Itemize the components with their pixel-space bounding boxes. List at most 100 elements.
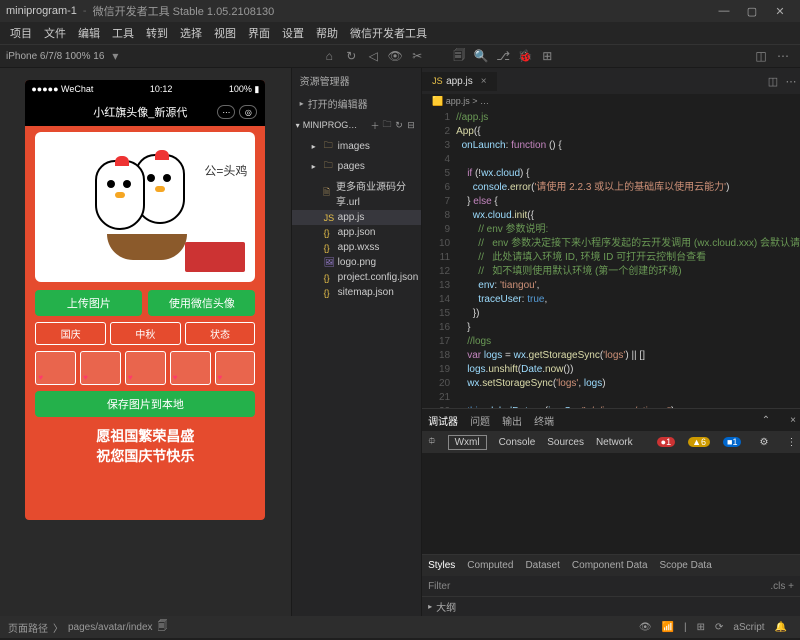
cls-toggle[interactable]: .cls — [770, 581, 785, 592]
home-icon[interactable]: ⌂ — [320, 47, 338, 65]
device-label[interactable]: iPhone 6/7/8 100% 16 — [6, 51, 104, 62]
inspect-icon[interactable]: ⯐ — [428, 434, 436, 451]
warn-badge[interactable]: ▲6 — [688, 437, 710, 447]
category-tab[interactable]: 状态 — [185, 322, 256, 345]
breadcrumb[interactable]: 🟨 app.js > … — [422, 94, 800, 109]
cut-icon[interactable]: ✂ — [408, 47, 426, 65]
copy-icon[interactable]: 🗐 — [153, 619, 173, 636]
file-node[interactable]: 🖼logo.png — [292, 255, 421, 270]
maximize-button[interactable]: ▢ — [738, 5, 766, 18]
flag-icon — [185, 242, 245, 272]
capsule-close-icon[interactable]: ◎ — [239, 105, 257, 119]
menu-item[interactable]: 文件 — [38, 22, 72, 44]
new-file-icon[interactable]: ＋ — [369, 119, 381, 132]
network-tab[interactable]: Network — [596, 437, 633, 448]
close-icon[interactable]: × — [786, 415, 800, 426]
styles-tab[interactable]: Component Data — [572, 560, 648, 571]
frame-thumb[interactable]: ♥ — [215, 351, 256, 385]
sources-tab[interactable]: Sources — [547, 437, 584, 448]
menu-item[interactable]: 设置 — [276, 22, 310, 44]
battery-label: 100% — [229, 84, 252, 94]
panel-tab[interactable]: 调试器 — [428, 413, 458, 428]
opened-editors-section[interactable]: ▸打开的编辑器 — [292, 93, 421, 114]
file-node[interactable]: JSapp.js — [292, 210, 421, 225]
upload-button[interactable]: 上传图片 — [35, 290, 142, 316]
code-editor[interactable]: //app.jsApp({ onLaunch: function () { if… — [456, 109, 800, 408]
category-tab[interactable]: 国庆 — [35, 322, 106, 345]
file-node[interactable]: ▸ 🗀images — [292, 136, 421, 156]
collapse-icon[interactable]: ⊟ — [405, 120, 417, 131]
phone-status-bar: ●●●●● WeChat 10:12 100% ▮ — [25, 80, 265, 98]
menu-item[interactable]: 选择 — [174, 22, 208, 44]
error-badge[interactable]: ●1 — [657, 437, 675, 447]
menu-item[interactable]: 界面 — [242, 22, 276, 44]
broadcast-icon[interactable]: 📶 — [657, 622, 679, 633]
refresh-icon[interactable]: ↻ — [393, 120, 405, 131]
menu-item[interactable]: 编辑 — [72, 22, 106, 44]
menu-item[interactable]: 转到 — [140, 22, 174, 44]
styles-tab[interactable]: Styles — [428, 560, 455, 571]
styles-tab[interactable]: Scope Data — [660, 560, 712, 571]
page-path[interactable]: pages/avatar/index — [68, 622, 153, 633]
close-button[interactable]: ✕ — [766, 5, 794, 18]
explorer-pane: 资源管理器 ▸打开的编辑器 ▾MINIPROG… ＋ 🗀 ↻ ⊟ ▸ 🗀imag… — [291, 68, 422, 616]
frame-thumb[interactable]: ♥ — [125, 351, 166, 385]
capsule-menu-icon[interactable]: ⋯ — [217, 105, 235, 119]
lang-label[interactable]: aScript — [728, 622, 769, 633]
panel-tab[interactable]: 终端 — [534, 413, 554, 428]
frame-thumb[interactable]: ♥ — [170, 351, 211, 385]
file-node[interactable]: {}app.json — [292, 225, 421, 240]
files-icon[interactable]: 🗐 — [450, 47, 468, 65]
panel-tab[interactable]: 问题 — [470, 413, 490, 428]
fold-icon[interactable]: ⊞ — [692, 622, 710, 633]
styles-tab[interactable]: Dataset — [525, 560, 559, 571]
editor-tab[interactable]: JSapp.js× — [422, 72, 497, 91]
chevron-up-icon[interactable]: ⌃ — [758, 415, 774, 426]
gear-icon[interactable]: ⚙ — [753, 437, 774, 448]
save-button[interactable]: 保存图片到本地 — [35, 391, 255, 417]
more-icon[interactable]: ⋮ — [786, 437, 796, 448]
chevron-down-icon[interactable]: ▾ — [106, 47, 124, 65]
close-tab-icon[interactable]: × — [481, 76, 487, 87]
console-tab[interactable]: Console — [499, 437, 536, 448]
debugger-pane: 调试器问题输出终端 ⌃ × ⯐ Wxml Console Sources Net… — [422, 408, 800, 596]
file-node[interactable]: {}app.wxss — [292, 240, 421, 255]
eye-icon[interactable]: 👁 — [386, 47, 404, 65]
app-title: 微信开发者工具 Stable 1.05.2108130 — [93, 3, 275, 19]
eye-icon[interactable]: 👁 — [634, 622, 657, 633]
more-icon[interactable]: ⋯ — [782, 75, 800, 88]
styles-tab[interactable]: Computed — [467, 560, 513, 571]
menu-item[interactable]: 帮助 — [310, 22, 344, 44]
split-editor-icon[interactable]: ◫ — [764, 75, 782, 88]
menu-item[interactable]: 项目 — [4, 22, 38, 44]
wechat-avatar-button[interactable]: 使用微信头像 — [148, 290, 255, 316]
file-node[interactable]: 🗎更多商业源码分享.url — [292, 176, 421, 210]
panel-tab[interactable]: 输出 — [502, 413, 522, 428]
split-icon[interactable]: ◫ — [752, 47, 770, 65]
outline-section[interactable]: ▸大纲 — [422, 596, 800, 616]
branch-icon[interactable]: ⎇ — [494, 47, 512, 65]
search-icon[interactable]: 🔍 — [472, 47, 490, 65]
category-tab[interactable]: 中秋 — [110, 322, 181, 345]
refresh-icon[interactable]: ↻ — [342, 47, 360, 65]
file-node[interactable]: ▸ 🗀pages — [292, 156, 421, 176]
frame-thumb[interactable]: ♥ — [80, 351, 121, 385]
menu-item[interactable]: 微信开发者工具 — [344, 22, 433, 44]
ext-icon[interactable]: ⊞ — [538, 47, 556, 65]
info-badge[interactable]: ■1 — [723, 437, 741, 447]
menu-item[interactable]: 视图 — [208, 22, 242, 44]
minimize-button[interactable]: — — [710, 5, 738, 17]
back-icon[interactable]: ◁ — [364, 47, 382, 65]
menu-item[interactable]: 工具 — [106, 22, 140, 44]
new-folder-icon[interactable]: 🗀 — [381, 117, 393, 133]
frame-thumb[interactable]: ♥ — [35, 351, 76, 385]
file-node[interactable]: {}project.config.json — [292, 270, 421, 285]
file-node[interactable]: {}sitemap.json — [292, 285, 421, 300]
wxml-tab[interactable]: Wxml — [448, 435, 487, 450]
bug-icon[interactable]: 🐞 — [516, 47, 534, 65]
bell-icon[interactable]: 🔔 — [770, 622, 792, 633]
project-section[interactable]: ▾MINIPROG… ＋ 🗀 ↻ ⊟ — [292, 114, 421, 136]
more-icon[interactable]: ⋯ — [774, 47, 792, 65]
avatar-preview: 公=头鸡 — [35, 132, 255, 282]
filter-input[interactable]: Filter — [428, 581, 450, 592]
